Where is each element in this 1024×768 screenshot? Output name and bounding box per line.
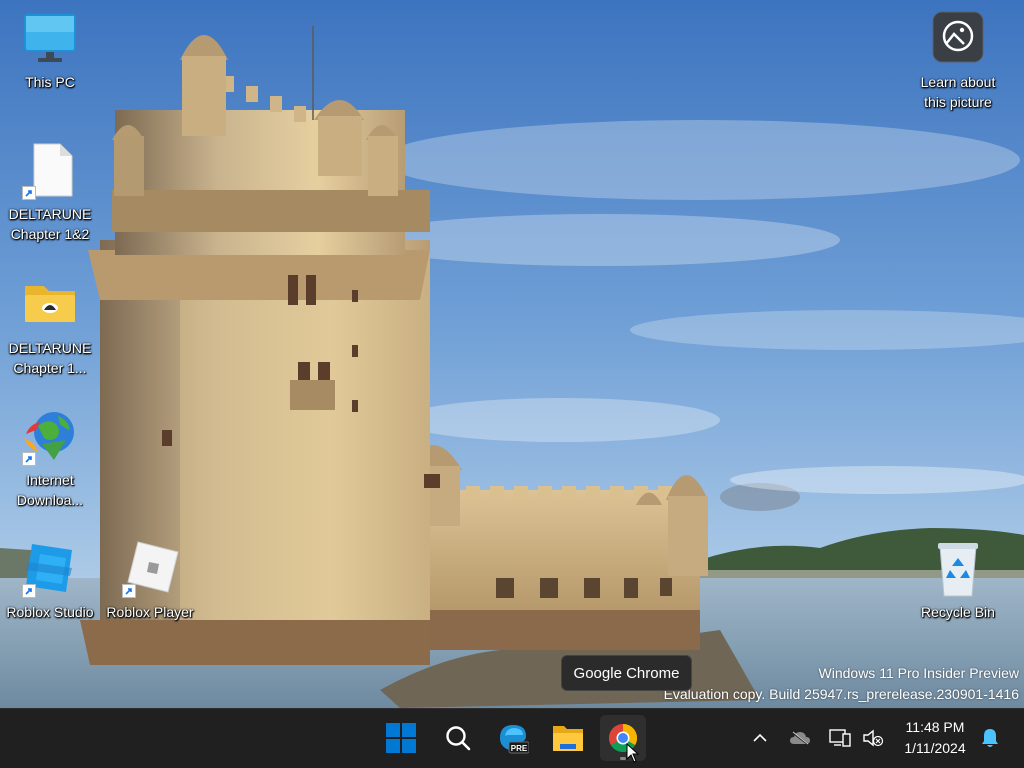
watermark-build: Evaluation copy. Build 25947.rs_prerelea… [663,686,1019,702]
desktop-icon-learn-about-picture[interactable]: Learn about this picture [910,10,1006,112]
shortcut-arrow-icon [22,584,36,598]
taskbar-clock[interactable]: 11:48 PM 1/11/2024 [893,717,977,759]
volume-tray-button[interactable] [858,709,888,767]
desktop-icon-label: Recycle Bin [921,604,995,620]
picture-info-icon [926,10,990,70]
taskbar-tooltip: Google Chrome [561,655,692,691]
chevron-up-icon [753,733,767,742]
show-hidden-icons-button[interactable] [746,709,774,767]
search-icon [446,726,471,751]
edge-pre-badge: PRE [511,744,528,753]
desktop-icon-internet-download-manager[interactable]: Internet Downloa... [2,408,98,510]
edge-preview-icon: PRE [500,725,529,754]
document-icon [18,142,82,202]
clock-date: 1/11/2024 [904,740,966,756]
search-button[interactable] [435,715,481,761]
bell-icon [982,729,998,747]
file-explorer-icon [553,726,583,751]
desktop-icon-this-pc[interactable]: This PC [2,10,98,92]
globe-download-icon [18,408,82,468]
monitor-icon [18,10,82,70]
desktop-icon-recycle-bin[interactable]: Recycle Bin [910,540,1006,622]
roblox-player-icon [118,540,182,600]
network-icon [829,729,851,747]
desktop-icon-label: DELTARUNE Chapter 1&2 [8,206,92,242]
roblox-studio-icon [18,540,82,600]
notifications-button[interactable] [976,709,1004,767]
desktop-icon-label: DELTARUNE Chapter 1... [8,340,92,376]
volume-muted-icon [863,729,884,747]
desktop-icon-roblox-player[interactable]: Roblox Player [102,540,198,622]
folder-icon [18,276,82,336]
edge-preview-button[interactable]: PRE [490,715,536,761]
desktop-icon-label: Roblox Player [106,604,194,620]
desktop-icon-deltarune-2[interactable]: DELTARUNE Chapter 1... [2,276,98,378]
network-tray-button[interactable] [825,709,855,767]
desktop-icon-roblox-studio[interactable]: Roblox Studio [2,540,98,622]
desktop-icon-label: Learn about this picture [920,74,996,110]
onedrive-tray-button[interactable] [785,709,815,767]
onedrive-offline-icon [790,731,810,745]
start-icon [386,723,416,753]
clock-time: 11:48 PM [905,719,965,735]
desktop-icon-deltarune-1[interactable]: DELTARUNE Chapter 1&2 [2,142,98,244]
recycle-bin-icon [926,540,990,600]
shortcut-arrow-icon [22,186,36,200]
windows-watermark: Windows 11 Pro Insider Preview Evaluatio… [664,663,1019,705]
desktop-icon-label: This PC [25,74,75,90]
shortcut-arrow-icon [122,584,136,598]
mouse-cursor-icon [626,743,640,763]
file-explorer-button[interactable] [545,715,591,761]
watermark-edition: Windows 11 Pro Insider Preview [818,665,1019,681]
desktop-icon-label: Roblox Studio [6,604,94,620]
desktop-icon-label: Internet Downloa... [16,472,84,508]
start-button[interactable] [378,715,424,761]
taskbar: PRE 11:48 PM 1/11/2024 [0,708,1024,768]
shortcut-arrow-icon [22,452,36,466]
